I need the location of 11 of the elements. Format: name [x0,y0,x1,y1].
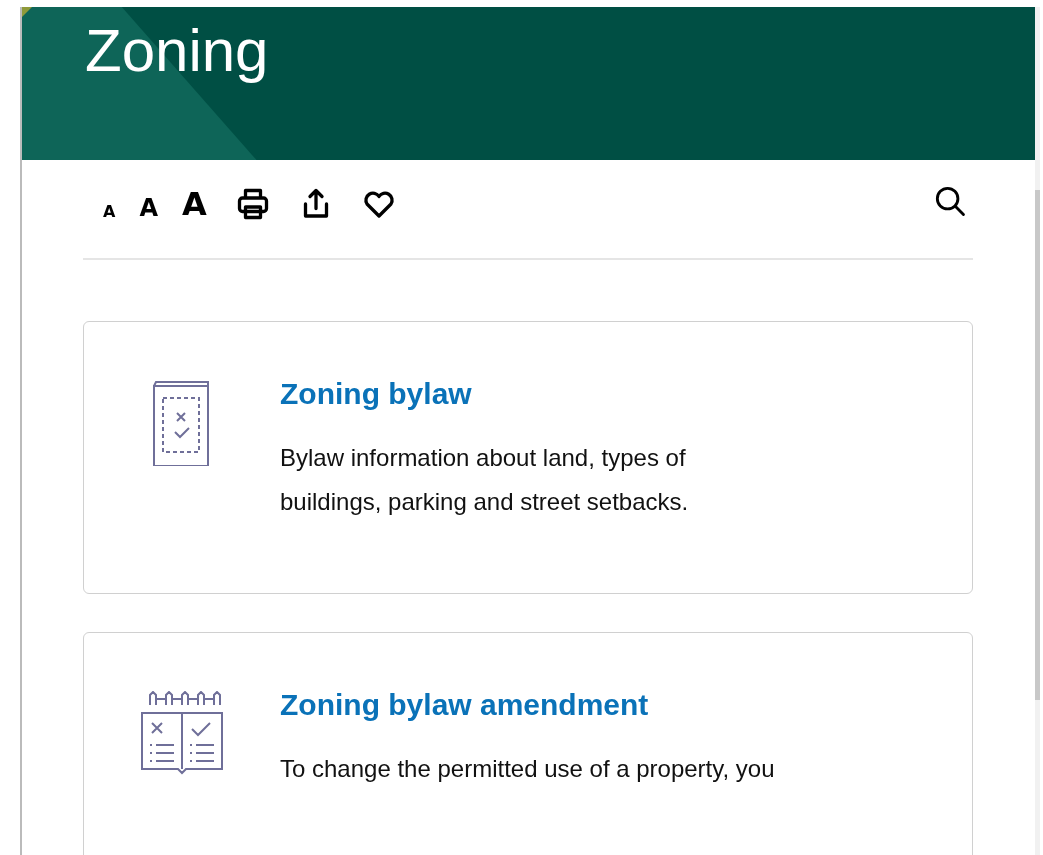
link-card[interactable]: Zoning bylaw amendment To change the permitted use of a property, you [83,632,973,855]
font-size-button[interactable]: A [103,204,116,220]
card-description: Bylaw information about land, types of buildings, parking and street setbacks. [280,443,690,517]
font-size-button[interactable]: A [181,188,207,220]
link-card[interactable]: Zoning bylaw Bylaw information about land, types of buildings, parking and street setbacks. [83,321,973,594]
card-description: To change the permitted use of a property, you [280,754,775,784]
page-title: Zoning [85,16,269,86]
scrollbar-thumb[interactable] [1035,190,1040,700]
card-title-link[interactable]: Zoning bylaw [280,374,472,414]
card-title-link[interactable]: Zoning bylaw amendment [280,685,649,725]
font-size-button[interactable]: A [139,196,158,220]
